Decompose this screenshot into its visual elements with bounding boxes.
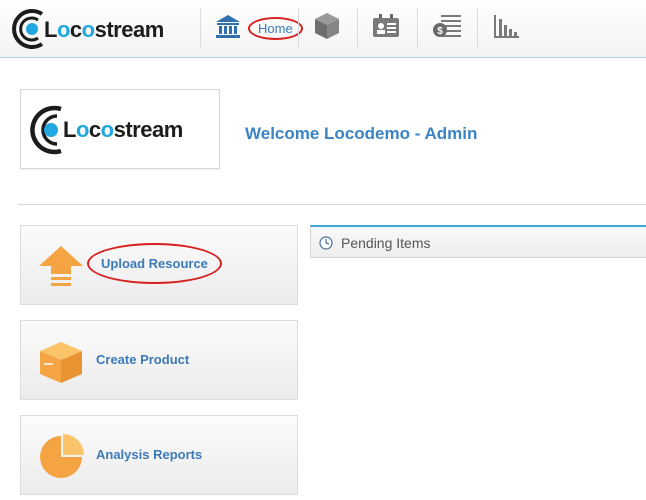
upload-resource-tile[interactable]: Upload Resource	[20, 225, 298, 305]
nav-divider	[417, 8, 418, 48]
create-product-tile[interactable]: Create Product	[20, 320, 298, 400]
analysis-reports-label[interactable]: Analysis Reports	[96, 447, 202, 462]
nav-home[interactable]: Home	[214, 10, 303, 46]
brand-letter: stream	[114, 117, 183, 142]
clock-icon	[319, 236, 333, 250]
brand-logo[interactable]: Locostream	[4, 4, 174, 54]
upload-arrow-icon	[38, 244, 84, 290]
brand-letter: o	[101, 117, 114, 142]
nav-divider	[477, 8, 478, 48]
brand-letter: c	[89, 117, 101, 142]
header-divider	[18, 204, 646, 205]
welcome-message: Welcome Locodemo - Admin	[245, 124, 478, 143]
brand-letter: o	[82, 17, 95, 42]
svg-text:Locostream: Locostream	[44, 17, 164, 42]
pending-items-title: Pending Items	[341, 235, 431, 251]
brand-letter: L	[63, 117, 76, 142]
pending-items-panel[interactable]: Pending Items	[310, 225, 646, 258]
bar-chart-icon	[491, 11, 521, 46]
brand-logo-mark: Locostream	[12, 9, 164, 49]
nav-contacts[interactable]	[371, 10, 401, 46]
brand-letter: o	[57, 17, 70, 42]
upload-resource-label[interactable]: Upload Resource	[87, 243, 222, 284]
company-logo: Locostream	[30, 105, 183, 155]
bank-icon	[214, 12, 242, 45]
analysis-reports-tile[interactable]: Analysis Reports	[20, 415, 298, 495]
nav-divider	[298, 8, 299, 48]
nav-divider	[200, 8, 201, 48]
nav-reports[interactable]	[491, 10, 521, 46]
brand-letter: c	[70, 17, 82, 42]
brand-letter: stream	[95, 17, 164, 42]
top-navigation-bar: Locostream Home $	[0, 0, 646, 58]
nav-home-label[interactable]: Home	[248, 16, 303, 40]
create-product-label[interactable]: Create Product	[96, 352, 189, 367]
brand-letter: L	[44, 17, 57, 42]
nav-products[interactable]	[311, 10, 343, 46]
id-card-icon	[371, 11, 401, 46]
box-icon	[311, 10, 343, 47]
svg-text:$: $	[437, 26, 443, 37]
svg-text:Locostream: Locostream	[63, 117, 183, 142]
pie-chart-icon	[38, 434, 84, 480]
nav-billing[interactable]: $	[431, 10, 463, 46]
box-icon	[38, 339, 84, 385]
brand-letter: o	[76, 117, 89, 142]
nav-divider	[357, 8, 358, 48]
money-list-icon: $	[431, 11, 463, 46]
company-logo-box: Locostream	[20, 89, 220, 169]
